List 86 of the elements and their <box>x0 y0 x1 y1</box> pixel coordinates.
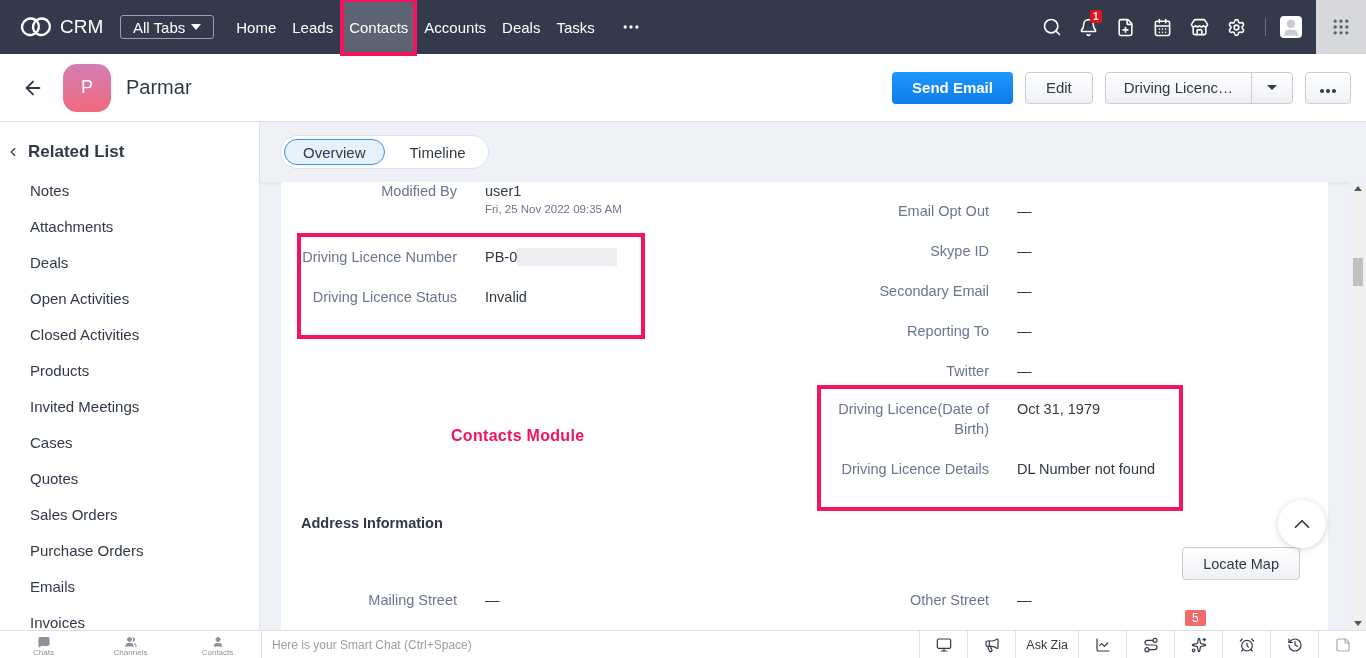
view-tab[interactable]: Overview <box>284 139 385 165</box>
caret-icon <box>1267 85 1277 90</box>
field-label: Driving Licence Details <box>840 460 989 479</box>
locate-map-button[interactable]: Locate Map <box>1182 547 1300 580</box>
sidebar-title: Related List <box>28 142 125 162</box>
field-value: — <box>1017 242 1032 261</box>
field-label: Other Street <box>909 591 989 610</box>
nav-tab[interactable]: Home <box>229 0 284 54</box>
person-icon <box>1281 18 1301 38</box>
field-label: Email Opt Out <box>896 202 989 221</box>
route-icon <box>1142 636 1159 653</box>
alarm-clock-icon <box>1238 636 1255 653</box>
field-label: Twitter <box>945 362 989 381</box>
settings-icon[interactable] <box>1227 17 1246 37</box>
field-label: Reporting To <box>906 322 989 341</box>
note-icon <box>1334 636 1351 653</box>
chat-app-link[interactable]: Chats <box>0 631 87 658</box>
field-label: Driving Licence Number <box>301 248 457 267</box>
chat-bubble-icon <box>37 636 50 648</box>
field-value: DL Number not found <box>1017 460 1156 479</box>
field-value: — <box>1017 202 1032 221</box>
app-name: CRM <box>60 16 104 38</box>
nav-tab[interactable]: Deals <box>495 0 548 54</box>
nav-tab[interactable]: Contacts <box>342 0 416 54</box>
nav-tab[interactable]: Leads <box>285 0 341 54</box>
all-tabs-dropdown[interactable]: All Tabs <box>120 15 215 39</box>
related-list-item[interactable]: Open Activities <box>30 290 229 307</box>
note-add-icon[interactable] <box>1116 17 1135 37</box>
send-email-button[interactable]: Send Email <box>892 71 1013 104</box>
field-label: Mailing Street <box>367 591 457 610</box>
field-value: Invalid <box>485 288 528 307</box>
history-icon <box>1286 636 1303 653</box>
person-icon <box>211 636 224 648</box>
scrollbar[interactable] <box>1350 182 1366 630</box>
chat-app-link[interactable]: Channels <box>87 631 174 658</box>
related-list-item[interactable]: Purchase Orders <box>30 542 229 559</box>
grid-icon <box>1331 17 1351 37</box>
megaphone-icon <box>983 636 1000 653</box>
related-list-item[interactable]: Cases <box>30 434 229 451</box>
field-label: Modified By <box>380 182 457 201</box>
field-label: Driving Licence(Date of Birth) <box>837 400 989 439</box>
logo-icon <box>20 16 52 38</box>
related-list-item[interactable]: Notes <box>30 182 229 199</box>
notification-badge: 1 <box>1090 9 1102 23</box>
more-button[interactable] <box>1305 71 1351 104</box>
chat-app-link[interactable]: Contacts <box>174 631 261 658</box>
view-tab[interactable]: Timeline <box>390 139 485 165</box>
more-icon <box>1320 89 1336 93</box>
contact-name: Parmar <box>126 76 192 99</box>
annotation-text: Contacts Module <box>451 427 585 445</box>
field-value: PB-0 <box>485 248 518 267</box>
field-value: Oct 31, 1979 <box>1017 400 1102 419</box>
sparkles-icon <box>1190 636 1207 653</box>
nav-tab[interactable]: Tasks <box>549 0 602 54</box>
related-list-item[interactable]: Products <box>30 362 229 379</box>
field-label: Driving Licence Status <box>311 288 457 307</box>
calendar-icon[interactable] <box>1153 17 1172 37</box>
user-avatar[interactable] <box>1280 16 1302 38</box>
nav-tab[interactable]: Accounts <box>417 0 494 54</box>
count-badge: 5 <box>1185 610 1206 626</box>
chart-icon <box>1094 636 1111 653</box>
field-value: user1 <box>485 182 523 201</box>
people-icon <box>124 636 137 648</box>
store-icon[interactable] <box>1190 17 1209 37</box>
related-list-item[interactable]: Sales Orders <box>30 506 229 523</box>
section-heading: Address Information <box>301 515 443 531</box>
field-label: Secondary Email <box>878 282 989 301</box>
field-value: — <box>1017 362 1032 381</box>
related-list-item[interactable]: Attachments <box>30 218 229 235</box>
contact-avatar: P <box>63 63 111 112</box>
field-label: Skype ID <box>929 242 989 261</box>
caret-icon <box>191 24 202 30</box>
related-list-item[interactable]: Quotes <box>30 470 229 487</box>
related-list-item[interactable]: Emails <box>30 578 229 595</box>
field-value: — <box>485 591 500 610</box>
field-value: — <box>1017 282 1032 301</box>
timestamp: Fri, 25 Nov 2022 09:35 AM <box>485 203 622 215</box>
edit-button[interactable]: Edit <box>1024 71 1093 104</box>
related-list-item[interactable]: Invited Meetings <box>30 398 229 415</box>
monitor-icon <box>935 636 952 653</box>
related-list-item[interactable]: Deals <box>30 254 229 271</box>
field-value: — <box>1017 591 1032 610</box>
field-value: — <box>1017 322 1032 341</box>
search-icon[interactable] <box>1041 17 1062 37</box>
related-list-item[interactable]: Closed Activities <box>30 326 229 343</box>
related-list-item[interactable]: Invoices <box>30 614 229 630</box>
